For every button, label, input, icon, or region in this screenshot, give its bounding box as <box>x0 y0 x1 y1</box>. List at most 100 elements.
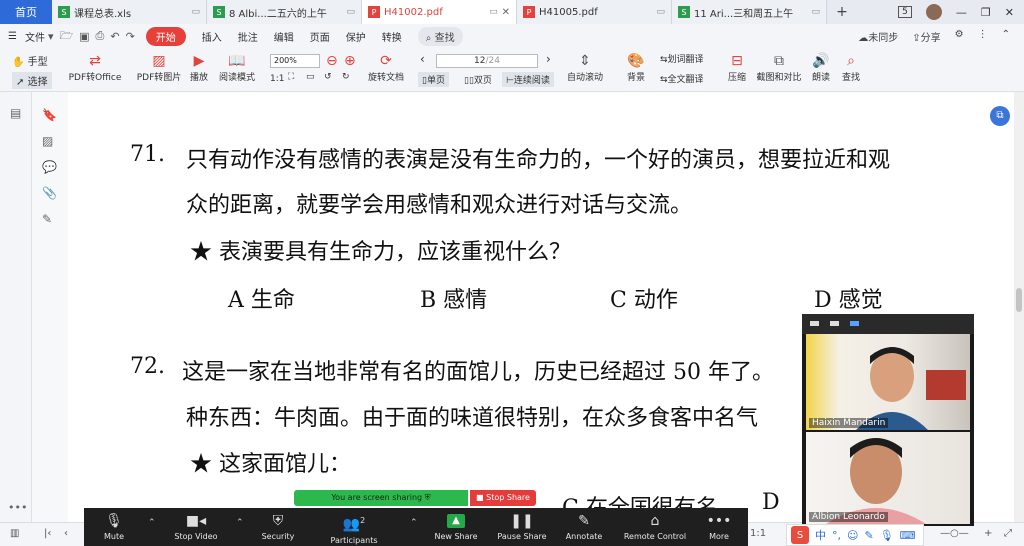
prev-page-icon[interactable]: ‹ <box>64 528 68 539</box>
zoom-in-icon[interactable]: ⊕ <box>344 52 356 70</box>
actual-size-icon[interactable]: 1:1 <box>750 528 766 539</box>
sogou-icon[interactable]: S <box>791 526 809 544</box>
view-icon[interactable] <box>830 321 839 326</box>
pen-icon[interactable]: ✎ <box>864 529 873 542</box>
double-page-button[interactable]: ▯▯双页 <box>460 72 496 87</box>
redo-icon[interactable]: ↷ <box>123 30 138 43</box>
stop-video-button[interactable]: ■◂ Stop Video <box>166 510 226 541</box>
next-page-icon[interactable]: › <box>546 52 551 66</box>
rotate-left-icon[interactable]: ↺ <box>324 72 332 82</box>
window-icon[interactable]: ▭ <box>811 7 820 17</box>
vertical-scrollbar[interactable] <box>1014 92 1024 522</box>
bookmark-icon[interactable]: 🔖 <box>42 108 57 122</box>
play-button[interactable]: ▶ 播放 <box>186 52 212 83</box>
select-tool[interactable]: ➚ 选择 <box>12 72 52 89</box>
video-tile[interactable]: Haixin Mandarin <box>806 334 970 430</box>
share-button[interactable]: ⇪分享 <box>912 29 940 44</box>
fit-page-icon[interactable]: ⛶ <box>288 72 294 82</box>
menu-page[interactable]: 页面 <box>302 29 338 44</box>
menu-edit[interactable]: 编辑 <box>266 29 302 44</box>
gear-icon[interactable]: ⚙ <box>955 29 964 44</box>
stop-share-button[interactable]: ■ Stop Share <box>470 490 536 506</box>
rotate-right-icon[interactable]: ↻ <box>342 72 350 82</box>
annotate-button[interactable]: ✎ Annotate <box>554 510 614 541</box>
security-button[interactable]: ⛨ Security <box>248 510 308 541</box>
float-tool-icon[interactable]: ⧉ <box>990 106 1010 126</box>
attachment-icon[interactable]: 📎 <box>42 186 57 200</box>
minimize-icon[interactable]: — <box>956 6 967 19</box>
find-button[interactable]: ⌕ 查找 <box>838 52 864 83</box>
chevron-up-icon[interactable]: ⌃ <box>148 518 156 528</box>
pdf-to-office-button[interactable]: ⇄ PDF转Office <box>64 52 126 83</box>
tab-file[interactable]: P H41005.pdf ▭ <box>517 0 672 24</box>
minimize-icon[interactable] <box>810 321 819 326</box>
zoom-slider[interactable]: —○— <box>940 528 969 539</box>
emoji-icon[interactable]: ☺ <box>847 529 858 542</box>
tab-file[interactable]: S 8 Albi...二五六的上午 ▭ <box>207 0 362 24</box>
menu-protect[interactable]: 保护 <box>338 29 374 44</box>
chevron-down-icon[interactable]: ▾ <box>45 30 57 43</box>
more-icon[interactable]: ••• <box>8 501 27 514</box>
restore-icon[interactable]: ❐ <box>981 6 991 19</box>
window-icon[interactable]: ▭ <box>489 7 498 17</box>
fullscreen-icon[interactable]: ⤢ <box>1004 528 1012 539</box>
close-icon[interactable]: ✕ <box>1005 6 1014 19</box>
first-page-icon[interactable]: |‹ <box>44 528 51 539</box>
chevron-up-icon[interactable]: ⌃ <box>1002 29 1010 44</box>
keyboard-icon[interactable]: ⌨ <box>900 529 916 542</box>
avatar[interactable] <box>925 4 942 20</box>
menu-insert[interactable]: 插入 <box>194 29 230 44</box>
translate-word-button[interactable]: ⇆划词翻译 <box>660 52 718 65</box>
tab-file[interactable]: S 课程总表.xls ▭ <box>52 0 207 24</box>
punctuation-icon[interactable]: °, <box>832 529 841 542</box>
tab-count-badge[interactable]: 5 <box>898 6 912 18</box>
menu-annotate[interactable]: 批注 <box>230 29 266 44</box>
chevron-up-icon[interactable]: ⌃ <box>410 518 418 528</box>
thumbnail-panel-icon[interactable]: ▤ <box>10 106 21 120</box>
gallery-icon[interactable] <box>850 321 859 326</box>
more-icon[interactable]: ⋮ <box>978 29 988 44</box>
read-mode-button[interactable]: 📖 阅读模式 <box>216 52 258 83</box>
add-tab-button[interactable]: + <box>827 4 857 20</box>
rotate-document-button[interactable]: ⟳ 旋转文档 <box>364 52 408 83</box>
new-share-button[interactable]: ▲ New Share <box>426 510 486 541</box>
image-icon[interactable]: ▨ <box>42 134 53 148</box>
page-input[interactable]: 12/24 <box>436 54 538 68</box>
menu-convert[interactable]: 转换 <box>374 29 410 44</box>
read-aloud-button[interactable]: 🔊 朗读 <box>808 52 834 83</box>
scroll-thumb[interactable] <box>1016 288 1022 312</box>
comment-icon[interactable]: 💬 <box>42 160 57 174</box>
tab-home[interactable]: 首页 <box>0 0 52 24</box>
microphone-icon[interactable]: 🎙 <box>880 529 894 542</box>
background-button[interactable]: 🎨 背景 <box>622 52 650 83</box>
search-button[interactable]: ⌕ 查找 <box>417 26 463 46</box>
signature-icon[interactable]: ✎ <box>42 212 52 226</box>
more-button[interactable]: ••• More <box>694 510 744 541</box>
continuous-read-button[interactable]: ⊢连续阅读 <box>502 72 554 87</box>
pdf-to-image-button[interactable]: ▨ PDF转图片 <box>134 52 184 83</box>
save-icon[interactable]: ▣ <box>76 30 92 43</box>
window-icon[interactable]: ▭ <box>656 7 665 17</box>
window-icon[interactable]: ▭ <box>346 7 355 17</box>
compress-button[interactable]: ⊟ 压缩 <box>724 52 750 83</box>
print-icon[interactable]: ⎙ <box>93 29 108 43</box>
sidebar-toggle-icon[interactable]: ▥ <box>10 528 19 539</box>
menu-file[interactable]: 文件 <box>25 29 45 44</box>
translate-full-button[interactable]: ⇆全文翻译 <box>660 72 718 85</box>
tab-file[interactable]: S 11 Ari...三和周五上午 ▭ <box>672 0 827 24</box>
open-folder-icon[interactable]: 🗁 <box>57 27 77 46</box>
hand-tool[interactable]: ✋ 手型 <box>12 53 48 68</box>
tab-file-active[interactable]: P H41002.pdf ▭ ✕ <box>362 0 517 24</box>
pause-share-button[interactable]: ❚❚ Pause Share <box>492 510 552 541</box>
video-tile[interactable]: Albion Leonardo <box>806 432 970 524</box>
single-page-button[interactable]: ▯单页 <box>418 72 449 87</box>
fit-width-icon[interactable]: ▭ <box>306 72 315 82</box>
remote-control-button[interactable]: ⌂ Remote Control <box>620 510 690 541</box>
zoom-select[interactable]: 200% <box>270 54 320 68</box>
mute-button[interactable]: 🎙 Mute <box>84 510 144 541</box>
sync-status[interactable]: ☁未同步 <box>858 29 898 44</box>
close-icon[interactable]: ✕ <box>502 7 510 18</box>
zoom-in-icon[interactable]: + <box>984 528 992 539</box>
chevron-up-icon[interactable]: ⌃ <box>236 518 244 528</box>
undo-icon[interactable]: ↶ <box>107 30 122 43</box>
